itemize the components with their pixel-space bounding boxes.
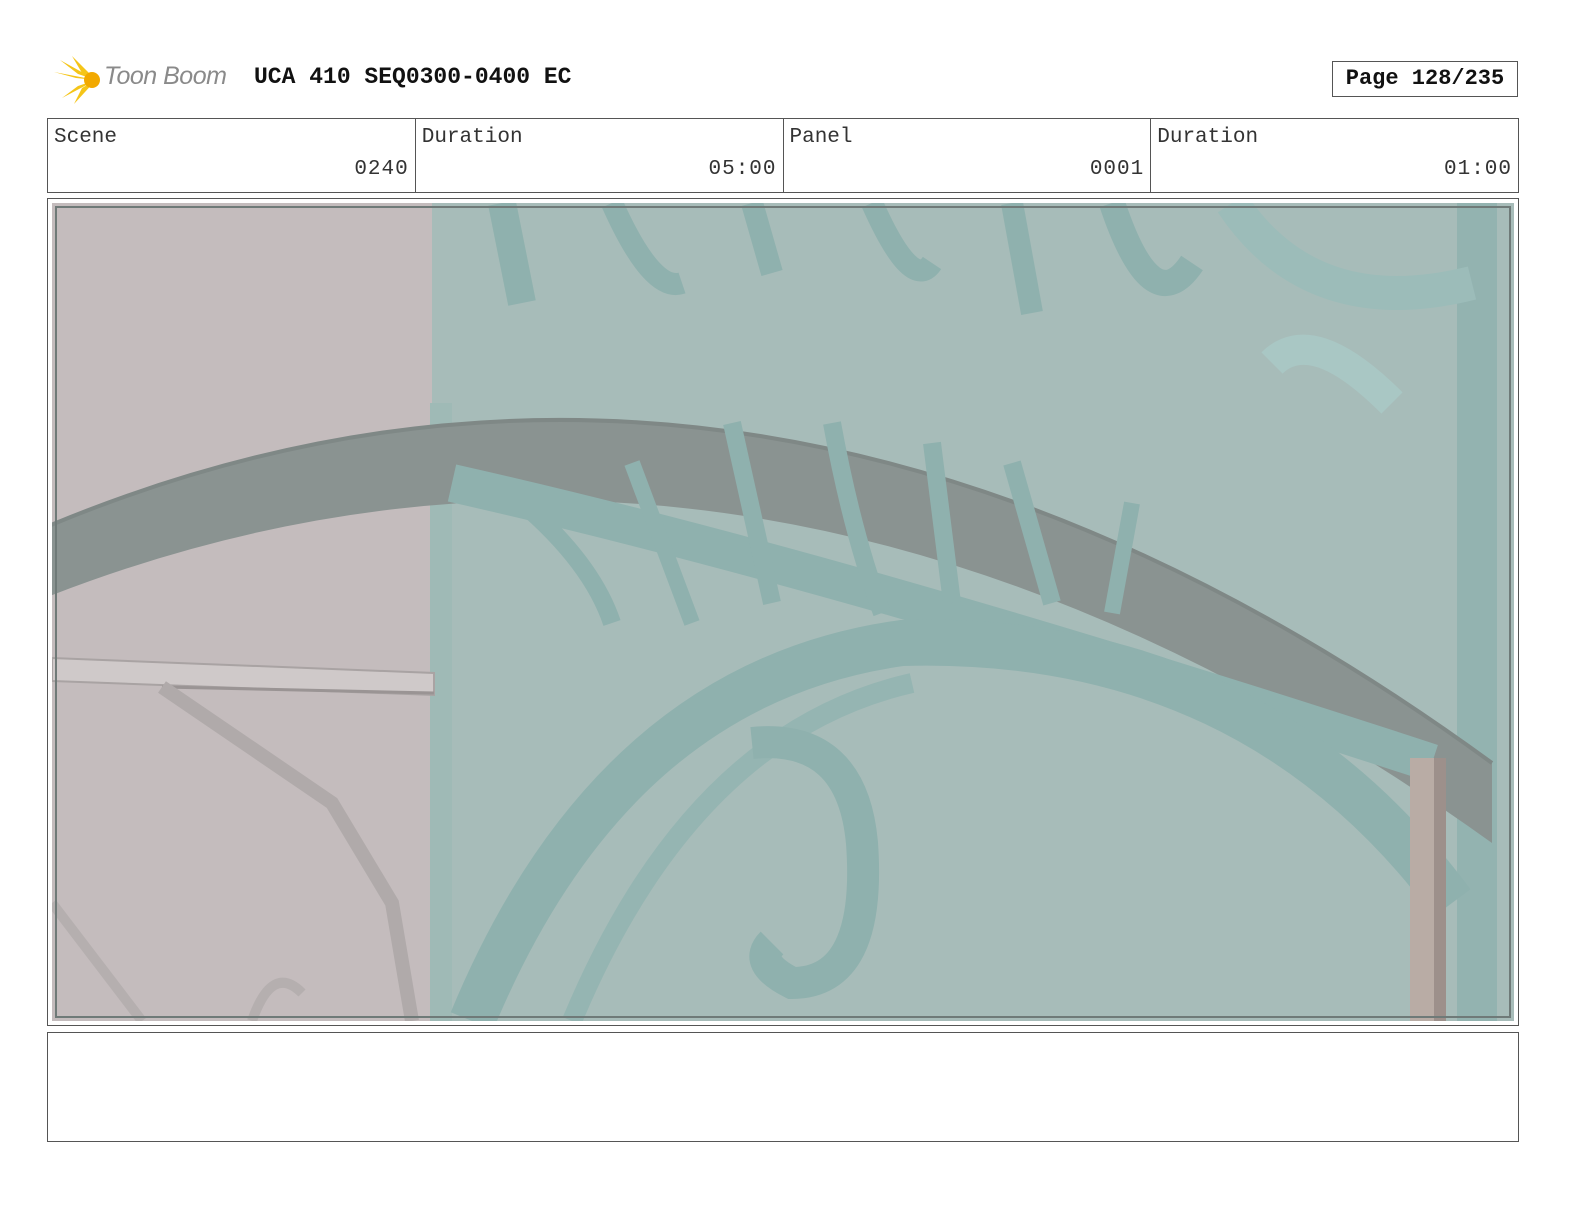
scene-value: 0240 bbox=[354, 158, 409, 181]
toon-boom-logo: Toon Boom bbox=[52, 54, 242, 106]
scene-duration-cell: Duration 05:00 bbox=[416, 119, 784, 192]
storyboard-header: Toon Boom UCA 410 SEQ0300-0400 EC Page 1… bbox=[52, 54, 1538, 106]
sunburst-icon bbox=[54, 56, 100, 104]
scene-info-table: Scene 0240 Duration 05:00 Panel 0001 Dur… bbox=[47, 118, 1519, 193]
panel-frame bbox=[47, 198, 1519, 1026]
panel-label: Panel bbox=[789, 126, 853, 149]
panel-duration-cell: Duration 01:00 bbox=[1151, 119, 1518, 192]
notes-box bbox=[47, 1032, 1519, 1142]
panel-duration-label: Duration bbox=[1157, 126, 1259, 149]
panel-cell: Panel 0001 bbox=[784, 119, 1152, 192]
scene-duration-label: Duration bbox=[421, 126, 523, 149]
scene-cell: Scene 0240 bbox=[48, 119, 416, 192]
page-number: Page 128/235 bbox=[1332, 61, 1518, 97]
panel-artwork bbox=[52, 203, 1514, 1021]
document-title: UCA 410 SEQ0300-0400 EC bbox=[254, 64, 572, 90]
logo-text: Toon Boom bbox=[104, 62, 227, 90]
panel-value: 0001 bbox=[1089, 158, 1145, 181]
scene-duration-value: 05:00 bbox=[708, 158, 777, 181]
scene-label: Scene bbox=[54, 126, 118, 149]
panel-duration-value: 01:00 bbox=[1443, 158, 1512, 181]
